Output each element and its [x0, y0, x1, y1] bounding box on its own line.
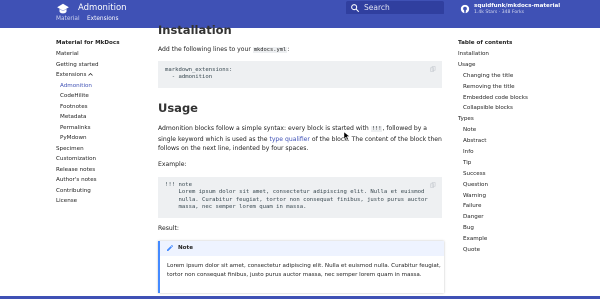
example-code: !!! note Lorem ipsum dolor sit amet, con…: [165, 182, 428, 210]
admonition-title: Note: [178, 245, 193, 251]
example-codeblock: !!! note Lorem ipsum dolor sit amet, con…: [158, 177, 442, 218]
admonition-body: Lorem ipsum dolor sit amet, consectetur …: [167, 263, 441, 278]
tab-material[interactable]: Material: [56, 16, 80, 22]
nav-item-specimen[interactable]: Specimen: [56, 144, 152, 155]
nav-item-release-notes[interactable]: Release notes: [56, 165, 152, 176]
nav-item-license[interactable]: License: [56, 196, 152, 207]
toc-item-abstract[interactable]: Abstract: [458, 136, 578, 147]
usage-inline-code: !!!: [370, 126, 383, 132]
nav-item-codehilite[interactable]: CodeHilite: [56, 91, 152, 102]
note-admonition: Note Lorem ipsum dolor sit amet, consect…: [158, 241, 444, 293]
nav-item-footnotes[interactable]: Footnotes: [56, 102, 152, 113]
result-label: Result:: [158, 225, 179, 232]
tabs-bar: Material Extensions: [0, 14, 600, 26]
install-codeblock: markdown_extensions: - admonition: [158, 61, 442, 88]
toc-item-collapsible[interactable]: Collapsible blocks: [458, 103, 578, 114]
nav-item-extensions[interactable]: Extensions: [56, 70, 152, 81]
nav-item-authors-notes[interactable]: Author's notes: [56, 175, 152, 186]
toc-item-note[interactable]: Note: [458, 125, 578, 136]
copy-icon[interactable]: [430, 182, 436, 188]
toc-item-bug[interactable]: Bug: [458, 223, 578, 234]
github-icon: [460, 4, 470, 14]
copy-icon[interactable]: [430, 66, 436, 72]
search-icon: [350, 3, 360, 13]
toc-item-usage[interactable]: Usage: [458, 60, 578, 71]
mouse-cursor-icon: [344, 132, 350, 140]
toc-item-changing-title[interactable]: Changing the title: [458, 71, 578, 82]
installation-heading: Installation: [158, 23, 232, 37]
toc-item-tip[interactable]: Tip: [458, 158, 578, 169]
nav-item-extensions-label: Extensions: [56, 72, 87, 78]
example-label: Example:: [158, 161, 187, 168]
admonition-header: Note: [160, 241, 444, 256]
nav-item-permalinks[interactable]: Permalinks: [56, 123, 152, 134]
toc-item-info[interactable]: Info: [458, 147, 578, 158]
install-text-after: :: [287, 46, 290, 53]
toc-item-failure[interactable]: Failure: [458, 201, 578, 212]
install-inline-code: mkdocs.yml: [252, 47, 288, 53]
toc-item-danger[interactable]: Danger: [458, 212, 578, 223]
toc-item-removing-title[interactable]: Removing the title: [458, 82, 578, 93]
usage-heading: Usage: [158, 101, 198, 115]
toc-item-embedded-code[interactable]: Embedded code blocks: [458, 93, 578, 104]
pencil-icon: [166, 244, 174, 252]
usage-text-a: Admonition blocks follow a simple syntax…: [158, 125, 371, 132]
nav-title: Material for MkDocs: [56, 40, 120, 46]
toc-item-question[interactable]: Question: [458, 180, 578, 191]
install-code: markdown_extensions: - admonition: [165, 67, 233, 81]
toc-item-quote[interactable]: Quote: [458, 245, 578, 256]
toc-item-types[interactable]: Types: [458, 114, 578, 125]
nav-item-getting-started[interactable]: Getting started: [56, 60, 152, 71]
nav-item-admonition[interactable]: Admonition: [56, 81, 152, 92]
table-of-contents: Table of contents Installation Usage Cha…: [458, 38, 578, 256]
type-qualifier-link[interactable]: type qualifier: [269, 136, 310, 143]
sidebar-nav: Material for MkDocs Material Getting sta…: [56, 38, 152, 207]
usage-paragraph: Admonition blocks follow a simple syntax…: [158, 124, 444, 154]
repo-name: squidfunk/mkdocs-material: [474, 3, 561, 9]
site-title: Admonition: [78, 3, 127, 13]
install-text-before: Add the following lines to your: [158, 46, 253, 53]
nav-item-material[interactable]: Material: [56, 49, 152, 60]
toc-title: Table of contents: [458, 40, 513, 46]
toc-item-installation[interactable]: Installation: [458, 49, 578, 60]
tab-extensions[interactable]: Extensions: [87, 16, 118, 22]
toc-item-warning[interactable]: Warning: [458, 191, 578, 202]
nav-item-customization[interactable]: Customization: [56, 154, 152, 165]
install-paragraph: Add the following lines to your mkdocs.y…: [158, 45, 444, 56]
search-placeholder: Search: [364, 3, 390, 12]
chevron-up-icon: [88, 72, 94, 77]
search-input[interactable]: Search: [346, 1, 444, 15]
nav-item-contributing[interactable]: Contributing: [56, 186, 152, 197]
toc-item-example[interactable]: Example: [458, 234, 578, 245]
toc-item-success[interactable]: Success: [458, 169, 578, 180]
nav-item-metadata[interactable]: Metadata: [56, 112, 152, 123]
nav-item-pymdown[interactable]: PyMdown: [56, 133, 152, 144]
